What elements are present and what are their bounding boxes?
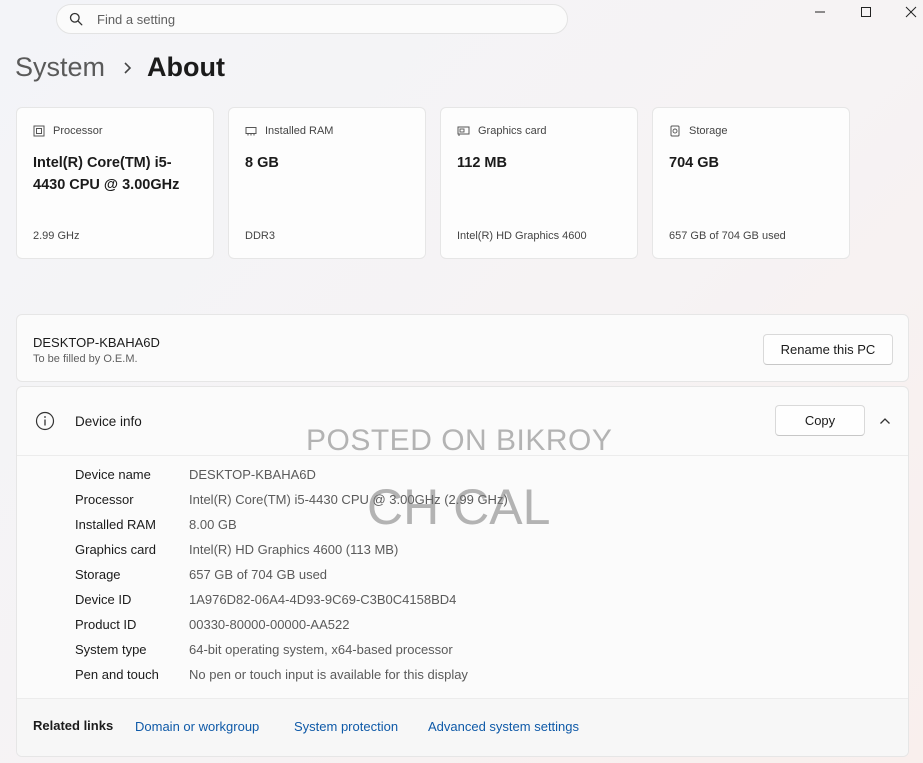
card-subtitle: 2.99 GHz: [33, 230, 80, 242]
rename-pc-button[interactable]: Rename this PC: [763, 334, 893, 365]
spec-value: No pen or touch input is available for t…: [189, 667, 468, 682]
domain-or-workgroup-link[interactable]: Domain or workgroup: [135, 719, 259, 734]
pc-subtitle: To be filled by O.E.M.: [33, 353, 138, 365]
card-value: 8 GB: [245, 155, 279, 171]
spec-value: 64-bit operating system, x64-based proce…: [189, 642, 453, 657]
spec-key: Graphics card: [75, 542, 156, 557]
device-info-header[interactable]: Device info Copy: [17, 387, 908, 456]
maximize-button[interactable]: [843, 0, 889, 24]
pc-name-panel: DESKTOP-KBAHA6D To be filled by O.E.M. R…: [16, 314, 909, 382]
ram-card: Installed RAM 8 GB DDR3: [228, 107, 426, 259]
card-subtitle: Intel(R) HD Graphics 4600: [457, 230, 587, 242]
minimize-icon: [815, 11, 825, 13]
spec-value: DESKTOP-KBAHA6D: [189, 467, 316, 482]
spec-key: Storage: [75, 567, 121, 582]
search-box[interactable]: [56, 4, 568, 34]
card-value: 704 GB: [669, 155, 719, 171]
card-value: 112 MB: [457, 155, 507, 171]
info-icon: [35, 411, 55, 431]
card-label: Processor: [53, 125, 103, 137]
close-button[interactable]: [888, 0, 923, 24]
advanced-system-settings-link[interactable]: Advanced system settings: [428, 719, 579, 734]
chevron-up-icon[interactable]: [879, 416, 891, 426]
card-label: Storage: [689, 125, 728, 137]
spec-value: Intel(R) Core(TM) i5-4430 CPU @ 3.00GHz …: [189, 492, 508, 507]
spec-key: Device name: [75, 467, 151, 482]
copy-button[interactable]: Copy: [775, 405, 865, 436]
card-value: Intel(R) Core(TM) i5-4430 CPU @ 3.00GHz: [33, 155, 180, 193]
processor-card: Processor Intel(R) Core(TM) i5-4430 CPU …: [16, 107, 214, 259]
spec-value: Intel(R) HD Graphics 4600 (113 MB): [189, 542, 399, 557]
minimize-button[interactable]: [797, 0, 843, 24]
ram-icon: [245, 127, 257, 136]
system-protection-link[interactable]: System protection: [294, 719, 398, 734]
breadcrumb-system[interactable]: System: [15, 52, 105, 83]
storage-card: Storage 704 GB 657 GB of 704 GB used: [652, 107, 850, 259]
device-info-title: Device info: [75, 414, 142, 429]
spec-key: Processor: [75, 492, 134, 507]
storage-icon: [670, 125, 680, 137]
maximize-icon: [861, 7, 871, 17]
spec-value: 657 GB of 704 GB used: [189, 567, 328, 582]
related-links-label: Related links: [33, 718, 114, 733]
card-subtitle: 657 GB of 704 GB used: [669, 230, 786, 242]
spec-key: Pen and touch: [75, 667, 159, 682]
page-title: About: [147, 52, 225, 82]
spec-key: Product ID: [75, 617, 137, 632]
device-info-panel: Device info Copy Device name DESKTOP-KBA…: [16, 386, 909, 757]
graphics-card-card: Graphics card 112 MB Intel(R) HD Graphic…: [440, 107, 638, 259]
processor-icon: [33, 125, 45, 137]
search-input[interactable]: [95, 10, 519, 28]
spec-value: 00330-80000-00000-AA522: [189, 617, 350, 632]
spec-key: Device ID: [75, 592, 132, 607]
card-label: Graphics card: [478, 125, 547, 137]
card-label: Installed RAM: [265, 125, 334, 137]
pc-name: DESKTOP-KBAHA6D: [33, 335, 160, 350]
graphics-card-icon: [457, 126, 470, 136]
spec-key: System type: [75, 642, 147, 657]
spec-value: 1A976D82-06A4-4D93-9C69-C3B0C4158BD4: [189, 592, 457, 607]
search-icon: [69, 12, 83, 26]
spec-key: Installed RAM: [75, 517, 156, 532]
chevron-right-icon: [123, 61, 133, 75]
close-icon: [905, 6, 917, 18]
card-subtitle: DDR3: [245, 230, 275, 242]
breadcrumb: System About: [15, 52, 225, 83]
spec-value: 8.00 GB: [189, 517, 237, 532]
related-links-bar: Related links Domain or workgroup System…: [17, 698, 908, 756]
